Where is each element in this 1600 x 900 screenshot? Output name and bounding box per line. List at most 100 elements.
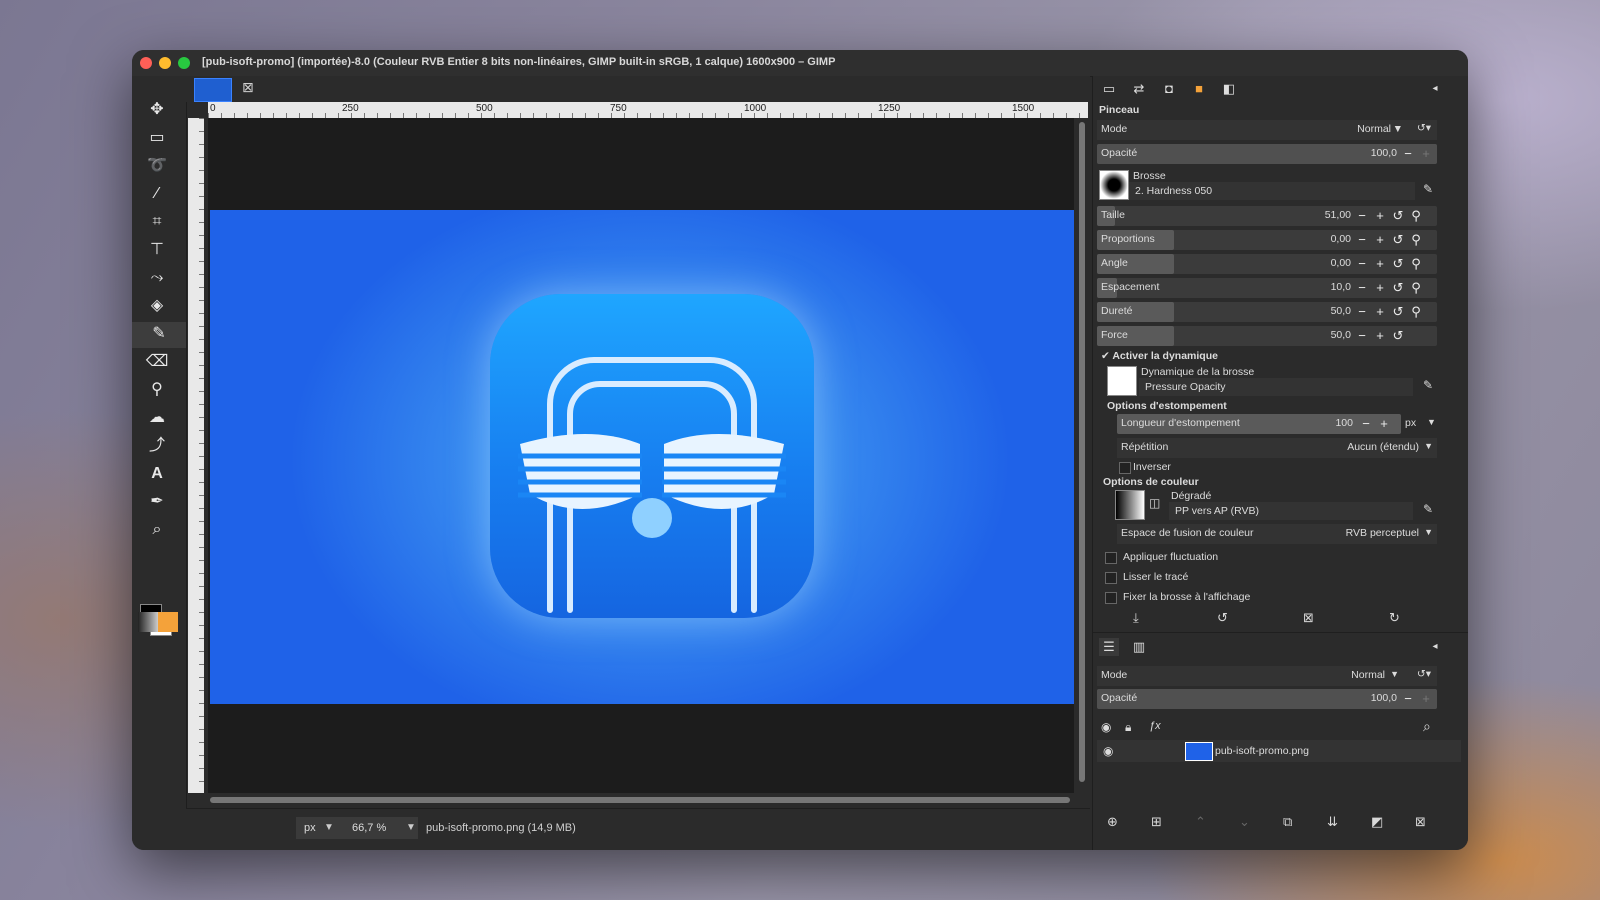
- crop-tool-icon[interactable]: ⌗: [144, 210, 170, 234]
- dynamics-preview[interactable]: [1107, 366, 1137, 396]
- close-icon[interactable]: ⊠: [242, 79, 254, 96]
- plus-icon[interactable]: +: [1373, 230, 1387, 250]
- link-icon[interactable]: ⚲: [1409, 278, 1423, 298]
- chevron-down-icon[interactable]: ▼: [1424, 527, 1433, 537]
- delete-options-icon[interactable]: ⊠: [1303, 610, 1314, 626]
- minus-icon[interactable]: −: [1401, 144, 1415, 164]
- plus-icon[interactable]: +: [1373, 254, 1387, 274]
- minus-icon[interactable]: −: [1355, 302, 1369, 322]
- device-status-tab-icon[interactable]: ⇄: [1129, 80, 1149, 98]
- plus-icon[interactable]: +: [1373, 302, 1387, 322]
- dynamics-select[interactable]: Pressure Opacity: [1139, 378, 1413, 396]
- minus-icon[interactable]: −: [1355, 278, 1369, 298]
- image-tab-thumbnail[interactable]: [194, 78, 232, 102]
- dock-menu-icon[interactable]: ◂: [1425, 80, 1445, 98]
- fuzzy-select-tool-icon[interactable]: ⁄: [144, 182, 170, 206]
- brush-select[interactable]: 2. Hardness 050: [1129, 182, 1415, 200]
- edit-dynamics-icon[interactable]: ✎: [1423, 378, 1433, 392]
- vertical-scrollbar[interactable]: [1076, 118, 1088, 798]
- maximize-window-button[interactable]: [178, 57, 190, 69]
- gradient-preview[interactable]: [1115, 490, 1145, 520]
- close-window-button[interactable]: [140, 57, 152, 69]
- layers-tab-icon[interactable]: ☰: [1099, 638, 1119, 656]
- jitter-checkbox[interactable]: [1105, 552, 1117, 564]
- fade-unit-select[interactable]: px: [1405, 417, 1416, 429]
- link-icon[interactable]: ⚲: [1409, 230, 1423, 250]
- delete-layer-icon[interactable]: ⊠: [1415, 814, 1426, 830]
- plus-icon[interactable]: +: [1373, 326, 1387, 346]
- new-layer-icon[interactable]: ⊕: [1107, 814, 1118, 830]
- lock-brush-checkbox[interactable]: [1105, 592, 1117, 604]
- undo-history-tab-icon[interactable]: ◘: [1159, 80, 1179, 98]
- bucket-fill-tool-icon[interactable]: ◈: [144, 294, 170, 318]
- warp-tool-icon[interactable]: ⤳: [144, 266, 170, 290]
- dynamics-toggle[interactable]: ✔ Activer la dynamique: [1101, 350, 1218, 362]
- reset-mode-icon[interactable]: ↺▾: [1417, 122, 1431, 134]
- eye-icon[interactable]: ◉: [1101, 720, 1111, 734]
- layer-mode-row[interactable]: Mode Normal ▼ ↺▾: [1097, 666, 1437, 686]
- plus-icon[interactable]: +: [1373, 206, 1387, 226]
- lasso-tool-icon[interactable]: ➰: [144, 154, 170, 178]
- clone-tool-icon[interactable]: ⚲: [144, 378, 170, 402]
- slider-force[interactable]: Force 50,0− + ↺: [1097, 326, 1437, 346]
- color-picker-tool-icon[interactable]: ✒: [144, 490, 170, 514]
- plus-icon[interactable]: +: [1373, 278, 1387, 298]
- paintbrush-tool-icon[interactable]: ✎: [132, 322, 186, 348]
- slider-taille[interactable]: Taille 51,00− + ↺ ⚲: [1097, 206, 1437, 226]
- move-tool-icon[interactable]: ✥: [144, 98, 170, 122]
- rect-select-tool-icon[interactable]: ▭: [144, 126, 170, 150]
- layer-mode-value[interactable]: Normal: [1351, 669, 1385, 681]
- transform-tool-icon[interactable]: ⊤: [144, 238, 170, 262]
- mask-icon[interactable]: ◩: [1371, 814, 1383, 830]
- reset-icon[interactable]: ↺: [1391, 230, 1405, 250]
- brush-pattern-gradient-preview[interactable]: [138, 612, 178, 632]
- minus-icon[interactable]: −: [1359, 414, 1373, 434]
- reset-icon[interactable]: ↺: [1391, 278, 1405, 298]
- link-icon[interactable]: ⚲: [1409, 254, 1423, 274]
- minus-icon[interactable]: −: [1355, 326, 1369, 346]
- chevron-down-icon[interactable]: ▼: [406, 817, 416, 839]
- image-canvas[interactable]: [210, 210, 1074, 704]
- colors-tab-icon[interactable]: ■: [1189, 80, 1209, 98]
- minimize-window-button[interactable]: [159, 57, 171, 69]
- plus-icon[interactable]: +: [1377, 414, 1391, 434]
- paint-mode-row[interactable]: Mode Normal ▼ ↺▾: [1097, 120, 1437, 140]
- eraser-tool-icon[interactable]: ⌫: [144, 350, 170, 374]
- smooth-stroke-checkbox[interactable]: [1105, 572, 1117, 584]
- edit-brush-icon[interactable]: ✎: [1423, 182, 1433, 196]
- link-icon[interactable]: ⚲: [1409, 206, 1423, 226]
- search-icon[interactable]: ⌕: [1423, 718, 1431, 735]
- reverse-gradient-icon[interactable]: ◫: [1149, 496, 1160, 510]
- chevron-down-icon[interactable]: ▼: [1427, 417, 1436, 427]
- paths-tool-icon[interactable]: ⤴: [144, 434, 170, 458]
- slider-dureté[interactable]: Dureté 50,0− + ↺ ⚲: [1097, 302, 1437, 322]
- reset-icon[interactable]: ↺: [1391, 326, 1405, 346]
- eye-icon[interactable]: ◉: [1103, 744, 1113, 758]
- reset-icon[interactable]: ↺: [1391, 254, 1405, 274]
- layers-menu-icon[interactable]: ◂: [1425, 638, 1445, 656]
- plus-icon[interactable]: +: [1419, 689, 1433, 709]
- tool-options-tab-icon[interactable]: ▭: [1099, 80, 1119, 98]
- reset-mode-icon[interactable]: ↺▾: [1417, 668, 1431, 680]
- duplicate-layer-icon[interactable]: ⧉: [1283, 814, 1292, 830]
- minus-icon[interactable]: −: [1355, 230, 1369, 250]
- canvas-viewport[interactable]: [208, 118, 1074, 793]
- minus-icon[interactable]: −: [1355, 254, 1369, 274]
- gradient-select[interactable]: PP vers AP (RVB): [1169, 502, 1413, 520]
- fade-length-slider[interactable]: Longueur d'estompement 100 − +: [1117, 414, 1401, 434]
- merge-layer-icon[interactable]: ⇊: [1327, 814, 1338, 830]
- lower-layer-icon[interactable]: ⌄: [1239, 814, 1250, 830]
- raise-layer-icon[interactable]: ⌃: [1195, 814, 1206, 830]
- save-options-icon[interactable]: ⤓: [1133, 610, 1139, 626]
- minus-icon[interactable]: −: [1355, 206, 1369, 226]
- gradient-tab-icon[interactable]: ◧: [1219, 80, 1239, 98]
- zoom-tool-icon[interactable]: ⌕: [144, 518, 170, 542]
- brush-preview[interactable]: [1099, 170, 1129, 200]
- unit-select[interactable]: px: [296, 817, 344, 839]
- chevron-down-icon[interactable]: ▼: [324, 817, 334, 839]
- invert-checkbox[interactable]: [1119, 462, 1131, 474]
- mode-value[interactable]: Normal: [1357, 123, 1391, 135]
- chevron-down-icon[interactable]: ▼: [1424, 441, 1433, 451]
- blend-space-select[interactable]: Espace de fusion de couleur RVB perceptu…: [1117, 524, 1437, 544]
- edit-gradient-icon[interactable]: ✎: [1423, 502, 1433, 516]
